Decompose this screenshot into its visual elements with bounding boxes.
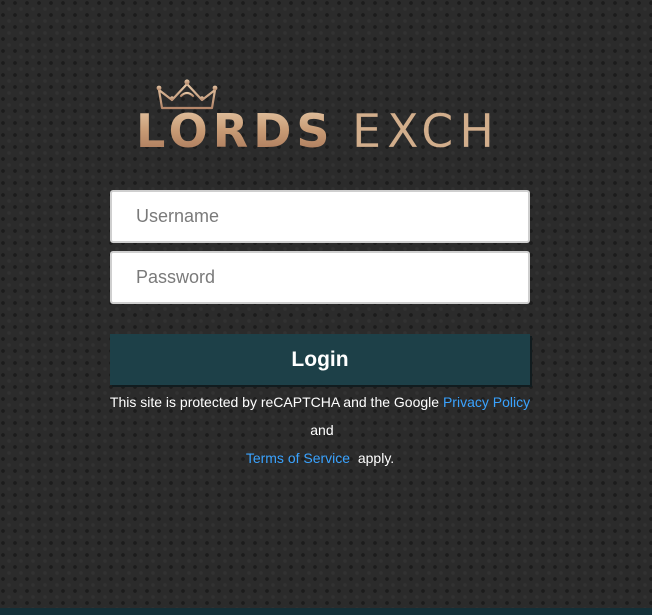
- recaptcha-apply-text: apply.: [357, 450, 395, 466]
- recaptcha-and-text: and: [310, 422, 334, 438]
- recaptcha-text: This site is protected by reCAPTCHA and …: [109, 394, 440, 410]
- username-input[interactable]: [110, 190, 530, 243]
- logo-text-lords: LORDS: [136, 104, 335, 158]
- terms-of-service-link[interactable]: Terms of Service: [246, 450, 350, 466]
- privacy-policy-link[interactable]: Privacy Policy: [443, 394, 530, 410]
- footer-bar: [0, 608, 652, 615]
- brand-logo: LORDS EXCH: [136, 78, 506, 158]
- recaptcha-notice: This site is protected by reCAPTCHA and …: [100, 388, 540, 472]
- password-input[interactable]: [110, 251, 530, 304]
- login-button[interactable]: Login: [110, 334, 530, 385]
- logo-text-exch: EXCH: [352, 104, 500, 158]
